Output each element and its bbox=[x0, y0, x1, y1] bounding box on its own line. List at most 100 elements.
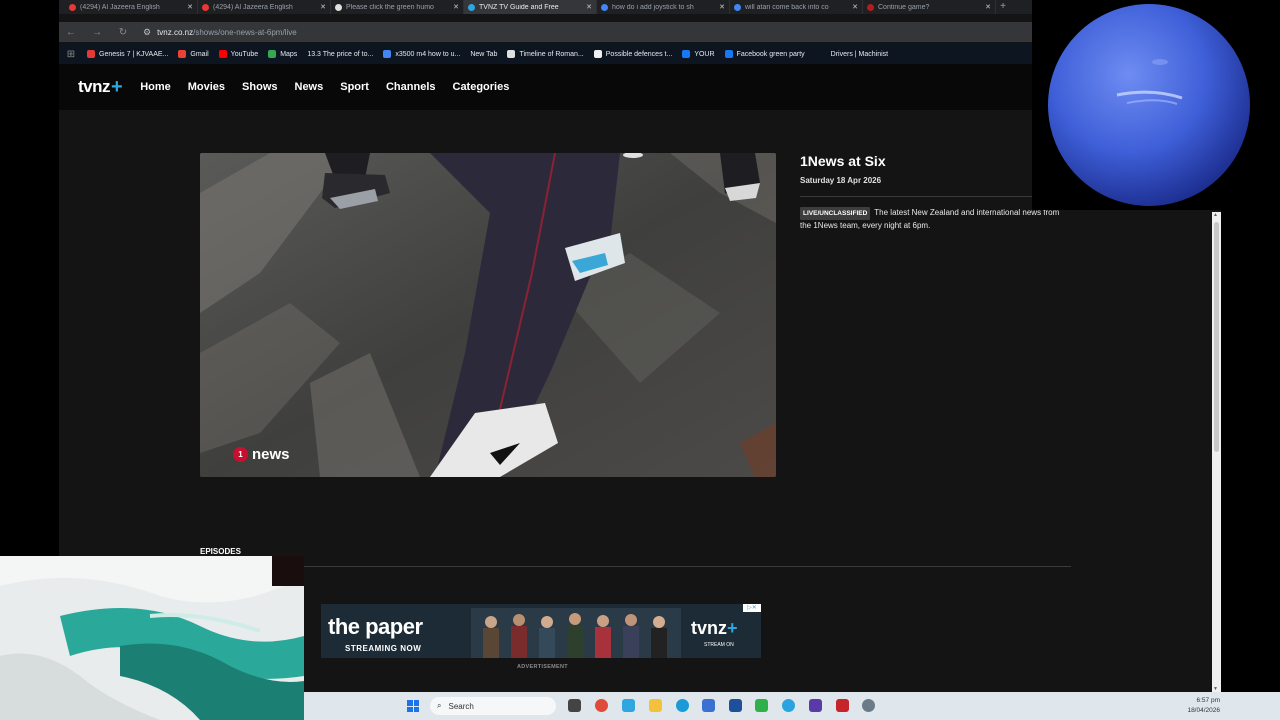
back-arrow-icon[interactable]: ← bbox=[65, 27, 77, 38]
edge-icon[interactable] bbox=[676, 699, 689, 712]
app-icon[interactable] bbox=[702, 699, 715, 712]
page-favicon-icon bbox=[593, 50, 602, 58]
bookmark-label: Maps bbox=[280, 50, 298, 58]
forward-arrow-icon[interactable]: → bbox=[91, 27, 103, 38]
ad-brand-text: tvnz bbox=[691, 618, 727, 638]
browser-tab[interactable]: Please click the green humo ✕ bbox=[331, 0, 464, 14]
tab-label: will atari come back into co bbox=[745, 3, 829, 11]
nav-categories[interactable]: Categories bbox=[453, 81, 510, 93]
browser-tab[interactable]: (4294) Al Jazeera English ✕ bbox=[65, 0, 198, 14]
planet-overlay bbox=[1032, 0, 1280, 210]
taskbar-search[interactable]: ⌕ Search bbox=[430, 697, 556, 715]
bookmark-item[interactable]: Facebook green party bbox=[724, 50, 805, 58]
planet-image bbox=[1032, 0, 1280, 210]
browser-toolbar: ← → ↻ ⚙ tvnz.co.nz/shows/one-news-at-6pm… bbox=[59, 22, 1032, 42]
bookmark-label: Facebook green party bbox=[736, 50, 805, 58]
nav-sport[interactable]: Sport bbox=[340, 81, 369, 93]
close-tab-icon[interactable]: ✕ bbox=[187, 3, 193, 11]
browser-tab[interactable]: Continue game? ✕ bbox=[863, 0, 996, 14]
browser-tab[interactable]: (4294) Al Jazeera English ✕ bbox=[198, 0, 331, 14]
bookmark-label: YOUR bbox=[694, 50, 715, 58]
settings-icon[interactable] bbox=[862, 699, 875, 712]
nav-channels[interactable]: Channels bbox=[386, 81, 436, 93]
close-tab-icon[interactable]: ✕ bbox=[320, 3, 326, 11]
bookmark-label: Timeline of Roman... bbox=[519, 50, 584, 58]
wikipedia-icon bbox=[507, 50, 516, 58]
browser-tab-active[interactable]: TVNZ TV Guide and Free ✕ bbox=[464, 0, 597, 14]
apps-grid-icon[interactable]: ⊞ bbox=[65, 49, 77, 60]
file-explorer-icon[interactable] bbox=[649, 699, 662, 712]
app-icon[interactable] bbox=[809, 699, 822, 712]
site-info-icon[interactable]: ⚙ bbox=[143, 27, 151, 38]
bookmark-item[interactable]: New Tab bbox=[470, 51, 497, 58]
ad-brand-plus: + bbox=[727, 618, 738, 638]
page-scrollbar[interactable]: ▲ ▼ bbox=[1212, 212, 1221, 692]
app-icon[interactable] bbox=[755, 699, 768, 712]
tvnz-logo[interactable]: tvnz + bbox=[78, 76, 123, 99]
advertisement-banner[interactable]: the paper STREAMING NOW tvnz+ STREAM ON … bbox=[321, 604, 761, 658]
clock-date: 18/04/2026 bbox=[1187, 707, 1220, 714]
news-logo-bug: 1 news bbox=[233, 446, 290, 463]
bookmark-item[interactable]: YOUR bbox=[682, 50, 715, 58]
google-favicon-icon bbox=[601, 3, 608, 11]
scroll-up-icon[interactable]: ▲ bbox=[1213, 212, 1218, 218]
task-view-icon[interactable] bbox=[568, 699, 581, 712]
close-tab-icon[interactable]: ✕ bbox=[586, 3, 592, 11]
bookmark-item[interactable]: 13.3 The price of to... bbox=[307, 51, 373, 58]
close-tab-icon[interactable]: ✕ bbox=[453, 3, 459, 11]
browser-tab[interactable]: will atari come back into co ✕ bbox=[730, 0, 863, 14]
fabric-image bbox=[0, 556, 304, 720]
chrome-icon[interactable] bbox=[595, 699, 608, 712]
system-clock[interactable]: 6:57 pm 18/04/2026 bbox=[1187, 696, 1220, 716]
taskbar-search-label: Search bbox=[448, 701, 474, 711]
nav-news[interactable]: News bbox=[295, 81, 324, 93]
url-host: tvnz.co.nz bbox=[157, 27, 194, 37]
tab-label: Please click the green humo bbox=[346, 3, 434, 11]
news-logo-icon: 1 bbox=[233, 447, 248, 462]
tvnz-favicon-icon bbox=[468, 3, 475, 11]
classification-badge: LIVE/UNCLASSIFIED bbox=[800, 207, 871, 220]
bookmark-item[interactable]: Genesis 7 | KJVAAE... bbox=[87, 50, 168, 58]
ad-cast-image bbox=[471, 608, 681, 658]
close-tab-icon[interactable]: ✕ bbox=[852, 3, 858, 11]
episodes-divider bbox=[200, 566, 1071, 567]
close-tab-icon[interactable]: ✕ bbox=[719, 3, 725, 11]
bookmark-label: YouTube bbox=[230, 50, 259, 58]
browser-tab[interactable]: how do i add joystick to sh ✕ bbox=[597, 0, 730, 14]
gmail-icon bbox=[178, 50, 187, 58]
ad-brand-sub: STREAM ON bbox=[704, 642, 734, 648]
bookmark-label: New Tab bbox=[470, 50, 498, 58]
logo-text: tvnz bbox=[78, 77, 111, 96]
youtube-favicon-icon bbox=[202, 3, 209, 11]
windows-taskbar: ⌕ Search 6:57 pm 18/04/2026 bbox=[304, 692, 1280, 720]
bookmark-item[interactable]: Timeline of Roman... bbox=[507, 50, 584, 58]
nav-home[interactable]: Home bbox=[140, 81, 171, 93]
nav-movies[interactable]: Movies bbox=[188, 81, 225, 93]
adchoices-icon[interactable]: ▷✕ bbox=[743, 604, 761, 612]
nav-shows[interactable]: Shows bbox=[242, 81, 277, 93]
new-tab-icon[interactable]: + bbox=[996, 0, 1010, 14]
close-tab-icon[interactable]: ✕ bbox=[985, 3, 991, 11]
tab-label: TVNZ TV Guide and Free bbox=[479, 3, 559, 11]
scroll-thumb[interactable] bbox=[1214, 222, 1219, 452]
screen: (4294) Al Jazeera English ✕ (4294) Al Jaz… bbox=[0, 0, 1280, 720]
bookmark-item[interactable]: x3500 m4 how to u... bbox=[383, 50, 460, 58]
app-icon[interactable] bbox=[729, 699, 742, 712]
bookmark-item[interactable]: Possible defences t... bbox=[593, 50, 672, 58]
bookmark-item[interactable]: Gmail bbox=[178, 50, 209, 58]
google-favicon-icon bbox=[734, 3, 741, 11]
telegram-icon[interactable] bbox=[782, 699, 795, 712]
tab-label: Continue game? bbox=[878, 3, 930, 11]
bookmark-item[interactable]: YouTube bbox=[218, 50, 259, 58]
windows-start-icon[interactable] bbox=[407, 700, 419, 712]
store-icon[interactable] bbox=[622, 699, 635, 712]
bookmark-item[interactable]: Maps bbox=[268, 50, 297, 58]
bookmark-item[interactable]: Drivers | Machinist bbox=[831, 51, 888, 58]
address-bar[interactable]: ⚙ tvnz.co.nz/shows/one-news-at-6pm/live bbox=[143, 24, 1028, 40]
ad-title: the paper bbox=[328, 614, 423, 639]
youtube-icon bbox=[218, 50, 227, 58]
reload-icon[interactable]: ↻ bbox=[117, 27, 129, 38]
video-player[interactable]: 1 news bbox=[200, 153, 776, 477]
search-icon: ⌕ bbox=[437, 701, 442, 710]
pdf-icon[interactable] bbox=[836, 699, 849, 712]
